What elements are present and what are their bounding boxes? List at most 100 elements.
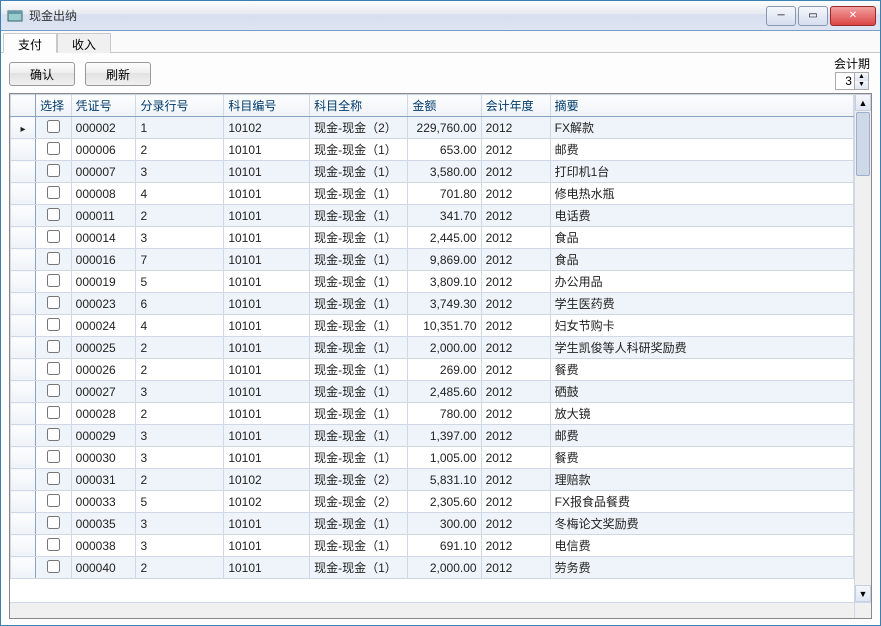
grid-year-cell[interactable]: 2012 bbox=[481, 491, 550, 513]
grid-select-cell[interactable] bbox=[36, 359, 72, 381]
grid-name-cell[interactable]: 现金-现金（1） bbox=[310, 381, 408, 403]
grid-name-cell[interactable]: 现金-现金（1） bbox=[310, 205, 408, 227]
grid-voucher-cell[interactable]: 000007 bbox=[71, 161, 136, 183]
grid-row-header[interactable] bbox=[11, 205, 36, 227]
grid-year-cell[interactable]: 2012 bbox=[481, 161, 550, 183]
table-row[interactable]: 000038310101现金-现金（1）691.102012电信费 bbox=[11, 535, 854, 557]
grid-amount-cell[interactable]: 2,485.60 bbox=[408, 381, 481, 403]
grid-summary-cell[interactable]: 妇女节购卡 bbox=[550, 315, 853, 337]
grid-amount-cell[interactable]: 269.00 bbox=[408, 359, 481, 381]
grid-summary-cell[interactable]: 电话费 bbox=[550, 205, 853, 227]
grid-select-cell[interactable] bbox=[36, 425, 72, 447]
table-row[interactable]: 000011210101现金-现金（1）341.702012电话费 bbox=[11, 205, 854, 227]
grid-summary-cell[interactable]: 理赔款 bbox=[550, 469, 853, 491]
grid-year-cell[interactable]: 2012 bbox=[481, 337, 550, 359]
grid-code-cell[interactable]: 10101 bbox=[224, 315, 310, 337]
grid-voucher-cell[interactable]: 000016 bbox=[71, 249, 136, 271]
grid-voucher-cell[interactable]: 000038 bbox=[71, 535, 136, 557]
grid-amount-cell[interactable]: 2,000.00 bbox=[408, 337, 481, 359]
table-row[interactable]: 000019510101现金-现金（1）3,809.102012办公用品 bbox=[11, 271, 854, 293]
grid-year-cell[interactable]: 2012 bbox=[481, 425, 550, 447]
table-row[interactable]: 000026210101现金-现金（1）269.002012餐费 bbox=[11, 359, 854, 381]
grid-name-cell[interactable]: 现金-现金（1） bbox=[310, 535, 408, 557]
grid-code-cell[interactable]: 10102 bbox=[224, 491, 310, 513]
grid-voucher-cell[interactable]: 000030 bbox=[71, 447, 136, 469]
grid-summary-cell[interactable]: 食品 bbox=[550, 227, 853, 249]
grid-row-header[interactable] bbox=[11, 447, 36, 469]
grid-line-cell[interactable]: 2 bbox=[136, 337, 224, 359]
grid-code-cell[interactable]: 10102 bbox=[224, 469, 310, 491]
row-select-checkbox[interactable] bbox=[47, 296, 60, 309]
grid-year-cell[interactable]: 2012 bbox=[481, 139, 550, 161]
grid-summary-cell[interactable]: 硒鼓 bbox=[550, 381, 853, 403]
grid-column-header[interactable]: 科目编号 bbox=[224, 95, 310, 117]
grid-row-header[interactable] bbox=[11, 535, 36, 557]
grid-amount-cell[interactable]: 1,005.00 bbox=[408, 447, 481, 469]
grid-year-cell[interactable]: 2012 bbox=[481, 249, 550, 271]
grid-line-cell[interactable]: 3 bbox=[136, 227, 224, 249]
grid-code-cell[interactable]: 10101 bbox=[224, 293, 310, 315]
grid-amount-cell[interactable]: 653.00 bbox=[408, 139, 481, 161]
grid-name-cell[interactable]: 现金-现金（1） bbox=[310, 271, 408, 293]
grid-line-cell[interactable]: 7 bbox=[136, 249, 224, 271]
table-row[interactable]: 000023610101现金-现金（1）3,749.302012学生医药费 bbox=[11, 293, 854, 315]
grid-year-cell[interactable]: 2012 bbox=[481, 117, 550, 139]
grid-row-header[interactable] bbox=[11, 315, 36, 337]
table-row[interactable]: 000027310101现金-现金（1）2,485.602012硒鼓 bbox=[11, 381, 854, 403]
grid-summary-cell[interactable]: 修电热水瓶 bbox=[550, 183, 853, 205]
row-select-checkbox[interactable] bbox=[47, 428, 60, 441]
confirm-button[interactable]: 确认 bbox=[9, 62, 75, 86]
scroll-down-icon[interactable]: ▼ bbox=[855, 585, 871, 602]
table-row[interactable]: 000008410101现金-现金（1）701.802012修电热水瓶 bbox=[11, 183, 854, 205]
grid-row-header[interactable] bbox=[11, 359, 36, 381]
grid-row-header[interactable] bbox=[11, 227, 36, 249]
grid-line-cell[interactable]: 2 bbox=[136, 469, 224, 491]
grid-name-cell[interactable]: 现金-现金（1） bbox=[310, 293, 408, 315]
table-row[interactable]: 000031210102现金-现金（2）5,831.102012理赔款 bbox=[11, 469, 854, 491]
grid-amount-cell[interactable]: 2,305.60 bbox=[408, 491, 481, 513]
grid-year-cell[interactable]: 2012 bbox=[481, 557, 550, 579]
grid-voucher-cell[interactable]: 000006 bbox=[71, 139, 136, 161]
grid-voucher-cell[interactable]: 000011 bbox=[71, 205, 136, 227]
close-button[interactable]: ✕ bbox=[830, 6, 876, 26]
grid-summary-cell[interactable]: 劳务费 bbox=[550, 557, 853, 579]
vertical-scrollbar[interactable]: ▲ ▼ bbox=[854, 94, 871, 602]
accounting-period-spinner[interactable]: 3 ▲ ▼ bbox=[835, 72, 869, 90]
grid-amount-cell[interactable]: 3,809.10 bbox=[408, 271, 481, 293]
grid-voucher-cell[interactable]: 000040 bbox=[71, 557, 136, 579]
grid-voucher-cell[interactable]: 000031 bbox=[71, 469, 136, 491]
grid-select-cell[interactable] bbox=[36, 381, 72, 403]
grid-amount-cell[interactable]: 2,000.00 bbox=[408, 557, 481, 579]
row-select-checkbox[interactable] bbox=[47, 340, 60, 353]
grid-column-header[interactable]: 科目全称 bbox=[310, 95, 408, 117]
grid-amount-cell[interactable]: 691.10 bbox=[408, 535, 481, 557]
grid-summary-cell[interactable]: 学生医药费 bbox=[550, 293, 853, 315]
row-select-checkbox[interactable] bbox=[47, 450, 60, 463]
scrollbar-thumb[interactable] bbox=[856, 112, 870, 176]
grid-select-cell[interactable] bbox=[36, 337, 72, 359]
grid-code-cell[interactable]: 10101 bbox=[224, 359, 310, 381]
grid-select-cell[interactable] bbox=[36, 491, 72, 513]
tab-pay[interactable]: 支付 bbox=[3, 33, 57, 53]
grid-line-cell[interactable]: 2 bbox=[136, 403, 224, 425]
grid-line-cell[interactable]: 2 bbox=[136, 139, 224, 161]
grid-summary-cell[interactable]: 冬梅论文奖励费 bbox=[550, 513, 853, 535]
grid-name-cell[interactable]: 现金-现金（1） bbox=[310, 557, 408, 579]
grid-column-header[interactable]: 金额 bbox=[408, 95, 481, 117]
grid-row-header[interactable] bbox=[11, 337, 36, 359]
row-select-checkbox[interactable] bbox=[47, 538, 60, 551]
table-row[interactable]: 000025210101现金-现金（1）2,000.002012学生凯俊等人科研… bbox=[11, 337, 854, 359]
grid-row-header[interactable] bbox=[11, 249, 36, 271]
grid-voucher-cell[interactable]: 000025 bbox=[71, 337, 136, 359]
table-row[interactable]: 000007310101现金-现金（1）3,580.002012打印机1台 bbox=[11, 161, 854, 183]
grid-select-cell[interactable] bbox=[36, 535, 72, 557]
grid-name-cell[interactable]: 现金-现金（1） bbox=[310, 139, 408, 161]
refresh-button[interactable]: 刷新 bbox=[85, 62, 151, 86]
grid-amount-cell[interactable]: 229,760.00 bbox=[408, 117, 481, 139]
grid-year-cell[interactable]: 2012 bbox=[481, 183, 550, 205]
grid-code-cell[interactable]: 10101 bbox=[224, 381, 310, 403]
grid-amount-cell[interactable]: 9,869.00 bbox=[408, 249, 481, 271]
grid-code-cell[interactable]: 10101 bbox=[224, 227, 310, 249]
grid-name-cell[interactable]: 现金-现金（1） bbox=[310, 447, 408, 469]
grid-year-cell[interactable]: 2012 bbox=[481, 513, 550, 535]
